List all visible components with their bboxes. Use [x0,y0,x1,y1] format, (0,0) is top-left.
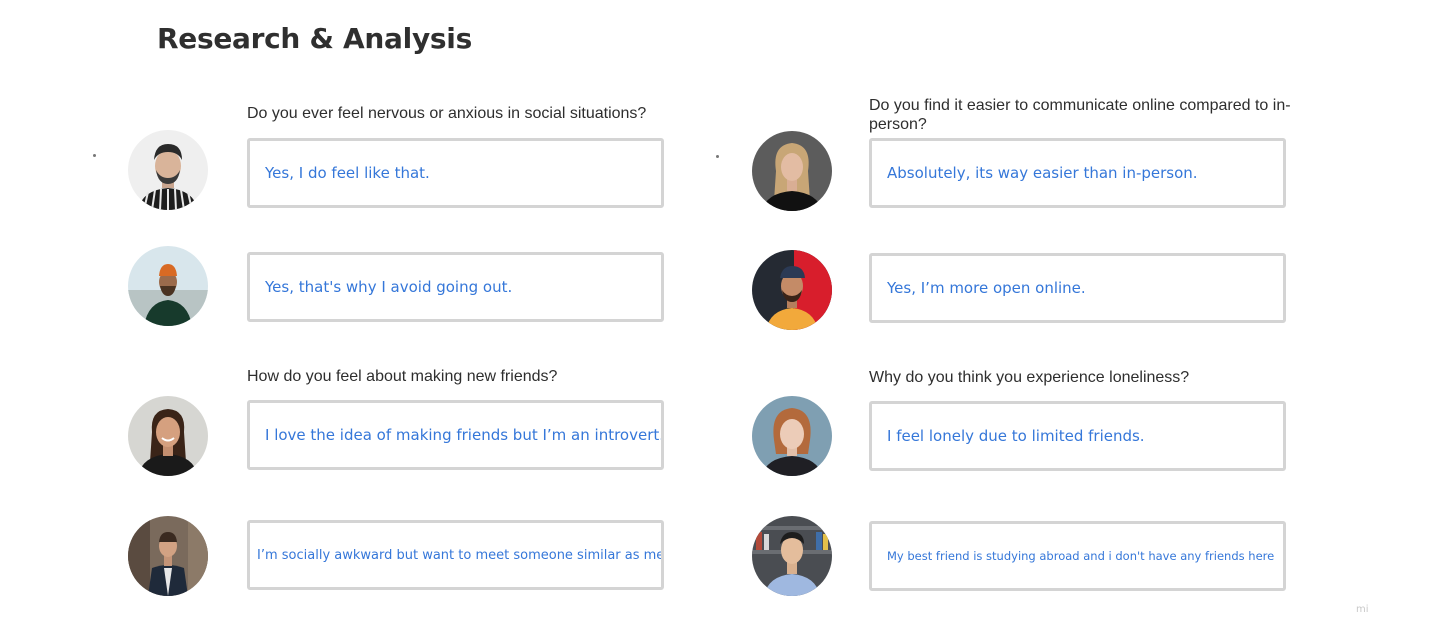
decorative-dot [716,155,719,158]
answer-text: I feel lonely due to limited friends. [887,427,1145,445]
answer-text: Absolutely, its way easier than in-perso… [887,164,1198,182]
answer-text: Yes, that's why I avoid going out. [265,278,513,296]
answer-box: Absolutely, its way easier than in-perso… [869,138,1286,208]
answer-text: Yes, I do feel like that. [265,164,430,182]
question-new-friends: How do you feel about making new friends… [247,368,558,385]
avatar-man-in-vest [128,516,208,596]
avatar-redhead-woman [752,396,832,476]
page-title: Research & Analysis [157,22,472,55]
answer-text: I love the idea of making friends but I’… [265,426,664,444]
avatar-man-bookshelf [752,516,832,596]
question-loneliness: Why do you think you experience loneline… [869,369,1190,386]
answer-box: My best friend is studying abroad and i … [869,521,1286,591]
watermark: mi [1356,604,1369,615]
decorative-dot [93,154,96,157]
answer-box: Yes, I do feel like that. [247,138,664,208]
avatar-blonde-woman [752,131,832,211]
answer-box: Yes, I’m more open online. [869,253,1286,323]
avatar-man-orange-beanie [128,246,208,326]
answer-box: I love the idea of making friends but I’… [247,400,664,470]
answer-box: I feel lonely due to limited friends. [869,401,1286,471]
answer-box: I’m socially awkward but want to meet so… [247,520,664,590]
avatar-man-cap-red-wall [752,250,832,330]
answer-box: Yes, that's why I avoid going out. [247,252,664,322]
answer-text: Yes, I’m more open online. [887,279,1086,297]
avatar-man-striped-shirt [128,130,208,210]
question-anxiety: Do you ever feel nervous or anxious in s… [247,105,647,122]
avatar-smiling-woman [128,396,208,476]
answer-text: I’m socially awkward but want to meet so… [257,547,664,563]
answer-text: My best friend is studying abroad and i … [887,549,1275,563]
question-online-communication: Do you find it easier to communicate onl… [869,97,1291,133]
